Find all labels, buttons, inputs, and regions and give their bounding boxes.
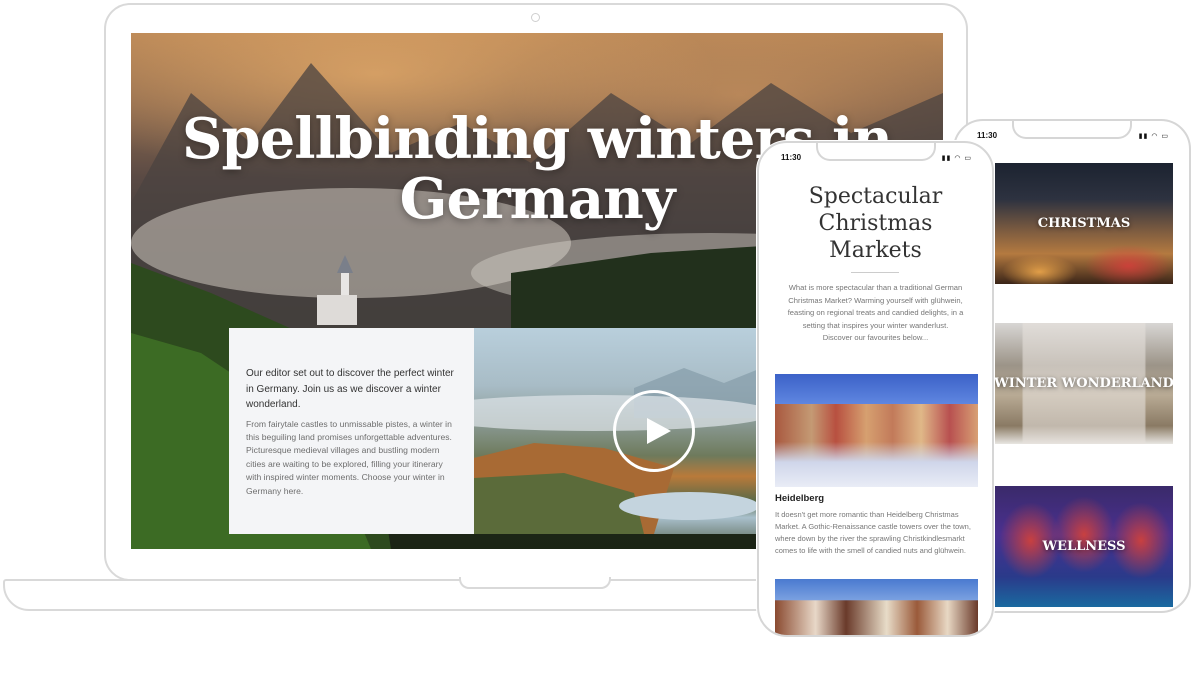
phone-back-notch (1012, 121, 1132, 139)
item-title[interactable]: Heidelberg (775, 493, 824, 504)
tile-christmas[interactable]: CHRISTMAS (995, 163, 1173, 284)
status-signal-wifi-battery-icon: ▮▮ ◠ ▭ (1138, 133, 1169, 140)
item-text: It doesn't get more romantic than Heidel… (775, 510, 971, 555)
tile-winter-wonderland[interactable]: WINTER WONDERLAND (995, 323, 1173, 444)
tile-winter-wonderland-label: WINTER WONDERLAND (995, 376, 1173, 391)
tile-wellness[interactable]: WELLNESS (995, 486, 1173, 607)
intro-body-text: From fairytale castles to unmissable pis… (246, 418, 452, 496)
status-time: 11:30 (977, 131, 998, 140)
tile-wellness-label: WELLNESS (1042, 539, 1126, 554)
status-signal-wifi-battery-icon: ▮▮ ◠ ▭ (941, 155, 972, 162)
intro-panel: Our editor set out to discover the perfe… (229, 328, 474, 534)
play-icon (647, 418, 671, 444)
page-title: Spectacular Christmas Markets (808, 184, 943, 263)
title-divider (851, 272, 899, 273)
status-time: 11:30 (781, 153, 802, 162)
town-image[interactable] (775, 579, 978, 635)
laptop-camera (531, 13, 540, 22)
play-button[interactable] (613, 390, 695, 472)
tile-christmas-label: CHRISTMAS (1037, 216, 1131, 231)
heidelberg-image[interactable] (775, 374, 978, 487)
intro-lead-text: Our editor set out to discover the perfe… (246, 368, 454, 410)
phone-front: 11:30 ▮▮ ◠ ▭ Spectacular Christmas Marke… (757, 141, 994, 637)
intro-text: What is more spectacular than a traditio… (787, 283, 964, 343)
laptop-trackpad-notch (459, 577, 611, 589)
phone-front-notch (815, 143, 936, 161)
